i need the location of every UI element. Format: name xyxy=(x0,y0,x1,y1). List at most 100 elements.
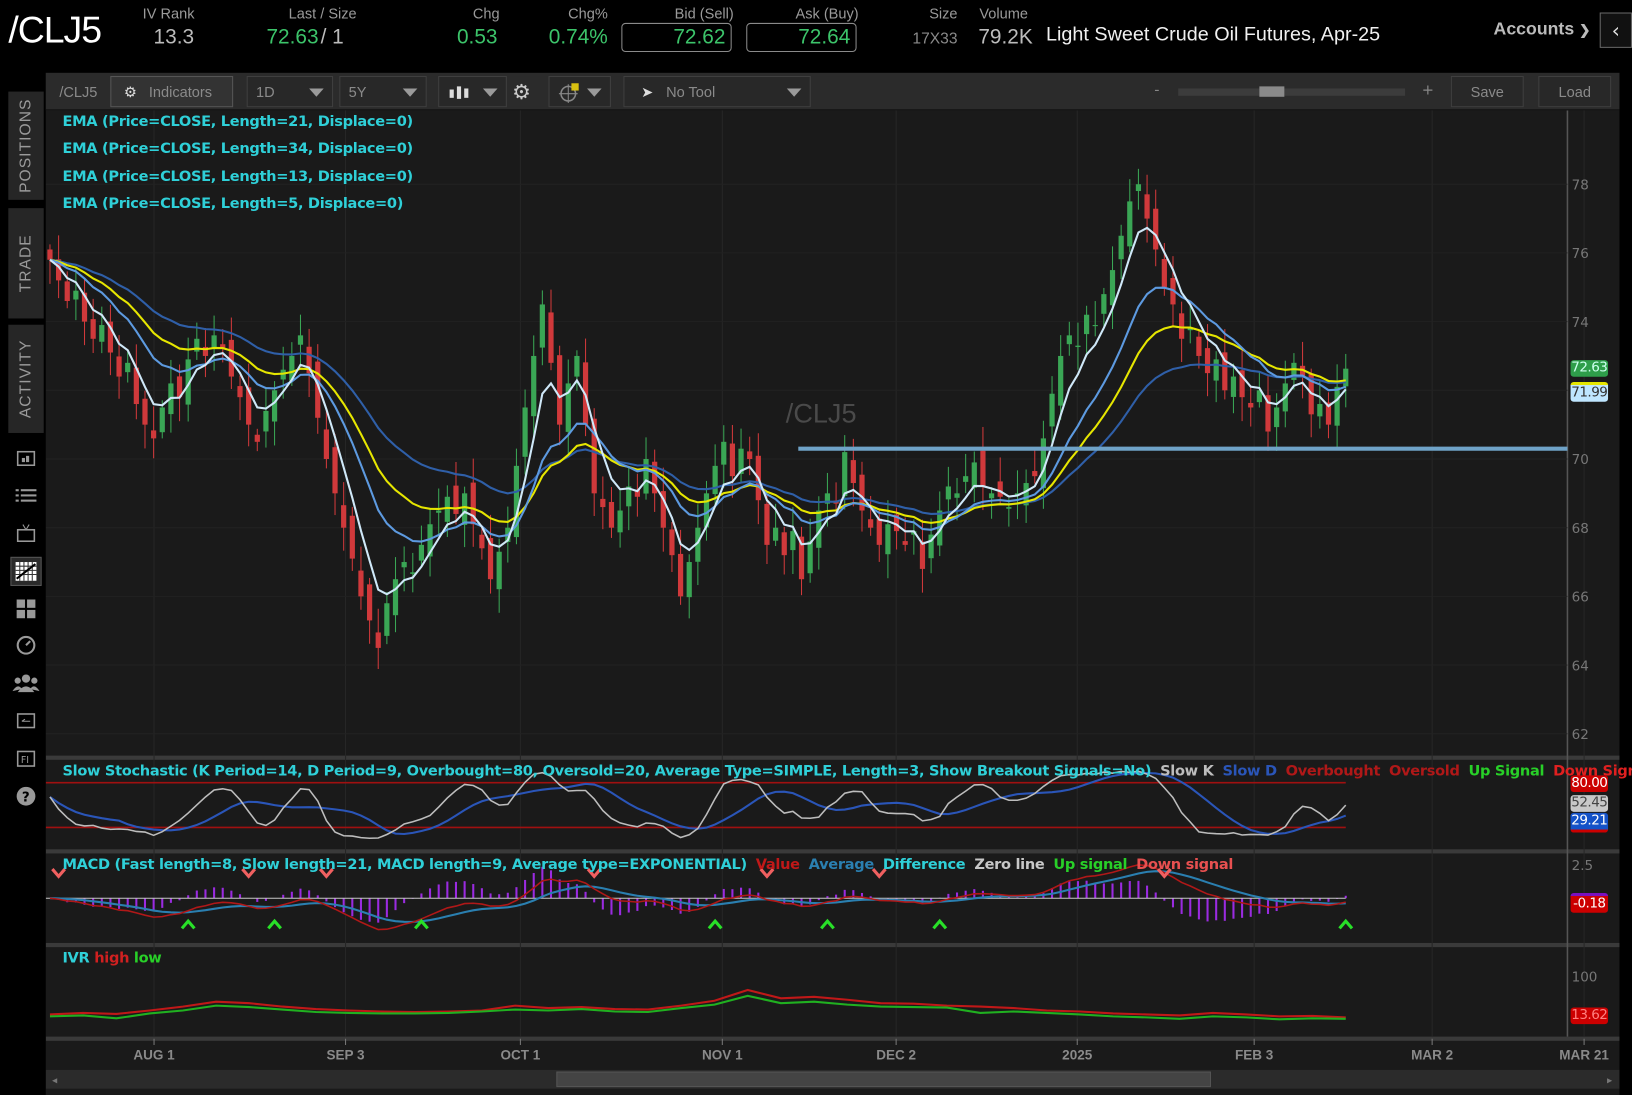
grid-icon[interactable] xyxy=(10,594,41,623)
symbol-title[interactable]: /CLJ5 xyxy=(8,8,101,52)
indicators-button[interactable]: ⚙ Indicators xyxy=(110,76,233,107)
date-tick-label: MAR 21 xyxy=(1559,1048,1609,1063)
zoom-slider-track[interactable] xyxy=(1178,88,1405,95)
timeframe-value: 5Y xyxy=(349,83,367,100)
ema34-legend[interactable]: EMA (Price=CLOSE, Length=34, Displace=0) xyxy=(62,141,412,158)
candle-down xyxy=(332,447,337,493)
macd-pane-separator xyxy=(46,849,1620,853)
help-icon[interactable]: ? xyxy=(10,782,41,811)
stoch-legend-slow-d: Slow D xyxy=(1218,763,1277,780)
candle-up xyxy=(1214,359,1219,380)
stochastic-legend[interactable]: Slow Stochastic (K Period=14, D Period=9… xyxy=(62,763,1632,780)
macd-title: MACD (Fast length=8, Slow length=21, MAC… xyxy=(62,857,746,874)
candle-down xyxy=(324,429,329,459)
candle-down xyxy=(730,444,735,477)
monitor-icon[interactable] xyxy=(10,444,41,473)
gear-icon[interactable]: ⚙ xyxy=(512,79,531,104)
clock-icon[interactable] xyxy=(10,631,41,660)
candle-down xyxy=(877,519,882,545)
candle-down xyxy=(116,356,121,376)
candle-up xyxy=(160,407,165,432)
candle-down xyxy=(255,435,260,442)
candle-up xyxy=(946,486,951,499)
zoom-in-button[interactable]: + xyxy=(1422,82,1434,99)
ivr-title: IVR xyxy=(62,950,89,967)
candle-up xyxy=(1317,404,1322,416)
candle-up xyxy=(211,335,216,347)
load-button[interactable]: Load xyxy=(1538,76,1611,107)
ema13-legend[interactable]: EMA (Price=CLOSE, Length=13, Displace=0) xyxy=(62,169,412,186)
volume-value: 79.2K xyxy=(978,26,1032,50)
ema5-legend[interactable]: EMA (Price=CLOSE, Length=5, Displace=0) xyxy=(62,196,403,213)
stoch-legend-oversold: Oversold xyxy=(1384,763,1459,780)
iv-rank-label: IV Rank xyxy=(135,5,202,22)
date-tick-label: NOV 1 xyxy=(702,1048,743,1063)
date-tick-label: 2025 xyxy=(1062,1048,1093,1063)
candle-up xyxy=(540,304,545,347)
candle-up xyxy=(687,562,692,597)
list-icon[interactable] xyxy=(10,482,41,511)
candle-down xyxy=(1196,337,1201,356)
tab-label: ACTIVITY xyxy=(17,340,35,419)
ask-buy-button[interactable]: 72.64 xyxy=(746,23,856,52)
chart-icon[interactable] xyxy=(10,557,41,586)
ema21-legend[interactable]: EMA (Price=CLOSE, Length=21, Displace=0) xyxy=(62,113,412,130)
ivr-legend[interactable]: IVR high low xyxy=(62,950,161,967)
slow-d-badge: 29.21 xyxy=(1571,813,1608,833)
candle-up xyxy=(574,356,579,377)
slow-k-badge: 52.45 xyxy=(1571,795,1608,812)
calendar-icon[interactable] xyxy=(10,706,41,735)
stochastic-title: Slow Stochastic (K Period=14, D Period=9… xyxy=(62,763,1151,780)
collapse-panel-button[interactable]: ‹ xyxy=(1600,12,1632,47)
tv-icon[interactable] xyxy=(10,518,41,547)
beaker-icon: ⚙ xyxy=(124,77,137,106)
chart-canvas[interactable]: AUG 1SEP 3OCT 1NOV 1DEC 22025FEB 3MAR 2M… xyxy=(46,73,1620,1095)
accounts-dropdown[interactable]: Accounts ❯ xyxy=(1494,19,1591,40)
candle-up xyxy=(1058,356,1063,406)
candle-up xyxy=(1119,236,1124,259)
zoom-slider-thumb[interactable] xyxy=(1259,86,1284,96)
candle-down xyxy=(609,502,614,528)
caret-down-icon xyxy=(483,88,498,96)
scroll-right-arrow: ▸ xyxy=(1607,1074,1613,1086)
drawing-style-dropdown[interactable] xyxy=(549,76,611,107)
cursor-icon: ➤ xyxy=(641,77,653,106)
sidebar-tab-positions[interactable]: POSITIONS xyxy=(8,92,43,200)
candle-down xyxy=(868,519,873,527)
caret-down-icon xyxy=(587,88,602,96)
ivr-low-label: low xyxy=(134,950,162,967)
ivr-high-label: high xyxy=(94,950,129,967)
candle-down xyxy=(358,571,363,597)
sidebar-tab-activity[interactable]: ACTIVITY xyxy=(8,325,43,433)
bid-sell-button[interactable]: 72.62 xyxy=(621,23,731,52)
tab-label: TRADE xyxy=(17,234,35,292)
community-icon[interactable] xyxy=(10,668,41,697)
drawing-tool-dropdown[interactable]: ➤No Tool xyxy=(623,76,810,107)
macd-legend[interactable]: MACD (Fast length=8, Slow length=21, MAC… xyxy=(62,857,1233,874)
crosshair-grid-icon xyxy=(558,83,581,104)
timeframe-dropdown[interactable]: 5Y xyxy=(339,76,426,107)
candle-up xyxy=(1006,507,1011,509)
chg-value: 0.53 xyxy=(437,26,497,50)
price-tick-label: 74 xyxy=(1572,315,1589,331)
candle-up xyxy=(402,562,407,567)
candle-down xyxy=(998,481,1003,496)
date-tick-label: FEB 3 xyxy=(1235,1048,1274,1063)
chart-style-dropdown[interactable] xyxy=(438,76,507,107)
sidebar-tab-trade[interactable]: TRADE xyxy=(8,208,43,318)
ivr-tick-label: 100 xyxy=(1572,969,1598,985)
macd-tick-label: 2.5 xyxy=(1572,858,1594,874)
zoom-out-button[interactable]: - xyxy=(1154,82,1159,99)
candle-down xyxy=(1205,348,1210,373)
price-tick-label: 68 xyxy=(1572,521,1589,537)
save-button[interactable]: Save xyxy=(1451,76,1524,107)
candle-up xyxy=(99,325,104,342)
aggregation-dropdown[interactable]: 1D xyxy=(247,76,333,107)
candle-down xyxy=(91,319,96,339)
caret-down-icon xyxy=(787,88,802,96)
fi-icon[interactable]: FI xyxy=(10,744,41,773)
scrollbar-thumb[interactable] xyxy=(557,1072,1211,1087)
instrument-description: Light Sweet Crude Oil Futures, Apr-25 xyxy=(1046,24,1380,47)
candlestick-icon xyxy=(448,84,473,103)
thinkorswim-window: /CLJ5 IV Rank 13.3 Last / Size 72.63 / 1… xyxy=(0,0,1632,1095)
